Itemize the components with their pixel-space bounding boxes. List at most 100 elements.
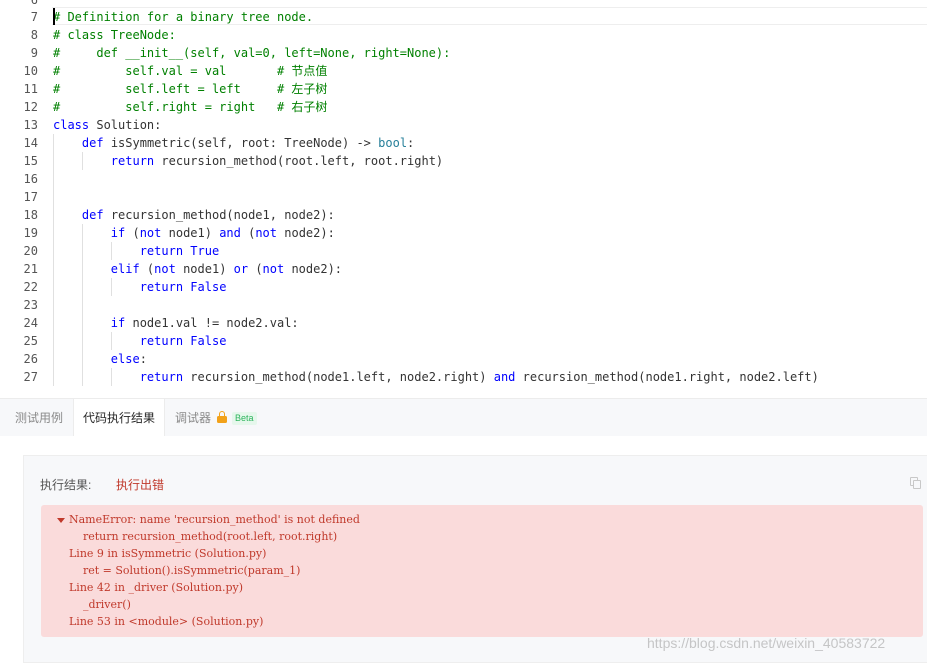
line-number: 24 — [23, 316, 38, 330]
code-line[interactable]: 19 if (not node1) and (not node2): — [0, 224, 927, 242]
line-number: 12 — [23, 100, 38, 114]
code-line[interactable]: 16 — [0, 170, 927, 188]
code-token: if — [110, 226, 126, 240]
code-token: ( — [248, 262, 263, 276]
code-text: elif (not node1) or (not node2): — [53, 260, 342, 278]
error-line: ret = Solution().isSymmetric(param_1) — [69, 564, 301, 577]
code-text: # self.right = right # 右子树 — [53, 98, 327, 116]
code-line[interactable]: 15 return recursion_method(root.left, ro… — [0, 152, 927, 170]
code-text: # self.left = left # 左子树 — [53, 80, 327, 98]
code-line[interactable]: 17 — [0, 188, 927, 206]
code-token: False — [190, 334, 227, 348]
code-line[interactable]: 25 return False — [0, 332, 927, 350]
tab-test-cases[interactable]: 测试用例 — [15, 399, 63, 437]
error-line: Line 42 in _driver (Solution.py) — [69, 581, 244, 594]
code-token: # class TreeNode: — [53, 28, 176, 42]
code-line[interactable]: 11 # self.left = left # 左子树 — [0, 80, 927, 98]
line-number: 19 — [23, 226, 38, 240]
code-token: recursion_method(node1, node2): — [103, 208, 335, 222]
error-line: _driver() — [69, 598, 131, 611]
code-token: isSymmetric(self, root: TreeNode) -> — [103, 136, 379, 150]
tab-debugger[interactable]: 调试器 Beta — [175, 399, 257, 437]
code-line[interactable]: 8 # class TreeNode: — [0, 26, 927, 44]
code-text: # def __init__(self, val=0, left=None, r… — [53, 44, 450, 62]
indent-guide — [82, 224, 83, 386]
code-token: # Definition for a binary tree node. — [53, 10, 314, 24]
code-line[interactable]: 26 else: — [0, 350, 927, 368]
code-line[interactable]: 14 def isSymmetric(self, root: TreeNode)… — [0, 134, 927, 152]
code-token: node2): — [284, 262, 343, 276]
code-token: # self.right = right # 右子树 — [53, 100, 328, 114]
code-token: ( — [139, 262, 155, 276]
result-label: 执行结果: — [40, 478, 92, 492]
code-token: def — [81, 136, 104, 150]
code-line[interactable]: 22 return False — [0, 278, 927, 296]
code-line[interactable]: 18 def recursion_method(node1, node2): — [0, 206, 927, 224]
code-token: not — [262, 262, 285, 276]
code-token: def — [81, 208, 104, 222]
code-token: or — [233, 262, 249, 276]
code-text: return False — [53, 278, 227, 296]
line-number: 20 — [23, 244, 38, 258]
code-token: not — [139, 226, 162, 240]
code-token: recursion_method(root.left, root.right) — [154, 154, 444, 168]
code-token: ( — [125, 226, 140, 240]
line-number: 23 — [23, 298, 38, 312]
code-text: return recursion_method(node1.left, node… — [53, 368, 819, 386]
code-line[interactable]: 9 # def __init__(self, val=0, left=None, … — [0, 44, 927, 62]
code-token: node1) — [161, 226, 220, 240]
code-text: return recursion_method(root.left, root.… — [53, 152, 443, 170]
beta-badge: Beta — [232, 412, 257, 425]
code-line[interactable]: 7 # Definition for a binary tree node. — [0, 8, 927, 26]
code-editor[interactable]: 6 7 # Definition for a binary tree node. 8… — [0, 0, 927, 396]
code-line[interactable]: 23 — [0, 296, 927, 314]
indent-guide — [82, 152, 83, 170]
code-token: if — [110, 316, 126, 330]
collapse-caret-icon[interactable] — [57, 518, 65, 523]
indent-guide — [111, 278, 112, 296]
code-token: recursion_method(node1.left, node2.right… — [183, 370, 494, 384]
code-line[interactable]: 24 if node1.val != node2.val: — [0, 314, 927, 332]
code-line[interactable]: 13 class Solution: — [0, 116, 927, 134]
indent-guide — [111, 242, 112, 260]
code-line[interactable]: 12 # self.right = right # 右子树 — [0, 98, 927, 116]
line-number: 17 — [23, 190, 38, 204]
code-text: # class TreeNode: — [53, 26, 176, 44]
code-text: return False — [53, 332, 227, 350]
code-line[interactable]: 21 elif (not node1) or (not node2): — [0, 260, 927, 278]
tab-execution-result[interactable]: 代码执行结果 — [73, 399, 165, 437]
indent-guide — [111, 332, 112, 350]
code-text: else: — [53, 350, 147, 368]
line-number: 11 — [23, 82, 38, 96]
copy-icon[interactable] — [910, 477, 921, 489]
line-number: 21 — [23, 262, 38, 276]
line-number: 15 — [23, 154, 38, 168]
error-line: return recursion_method(root.left, root.… — [69, 530, 338, 543]
line-number: 8 — [30, 28, 38, 42]
code-token: elif — [110, 262, 140, 276]
code-token: and — [493, 370, 516, 384]
line-number: 7 — [30, 10, 38, 24]
code-text: if (not node1) and (not node2): — [53, 224, 335, 242]
error-line: NameError: name 'recursion_method' is no… — [69, 513, 360, 526]
code-text: def recursion_method(node1, node2): — [53, 206, 335, 224]
code-text: if node1.val != node2.val: — [53, 314, 299, 332]
text-cursor — [53, 8, 55, 25]
code-token: and — [219, 226, 241, 240]
code-line[interactable]: 10 # self.val = val # 节点值 — [0, 62, 927, 80]
code-token: ( — [240, 226, 256, 240]
code-token: return — [139, 280, 184, 294]
line-number: 10 — [23, 64, 38, 78]
code-line[interactable]: 27 return recursion_method(node1.left, n… — [0, 368, 927, 386]
line-number: 13 — [23, 118, 38, 132]
code-line[interactable]: 20 return True — [0, 242, 927, 260]
code-token: bool — [378, 136, 408, 150]
code-token: return — [139, 334, 184, 348]
code-token: # self.val = val # 节点值 — [53, 64, 328, 78]
indent-guide — [111, 368, 112, 386]
code-token: : — [139, 352, 147, 366]
tab-label: 测试用例 — [15, 411, 64, 425]
